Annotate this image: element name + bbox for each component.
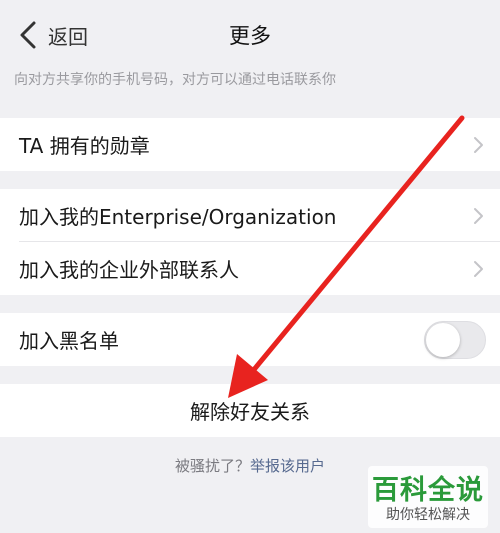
nav-bar: 返回 更多 bbox=[0, 0, 500, 64]
join-enterprise-row[interactable]: 加入我的Enterprise/Organization bbox=[0, 189, 500, 242]
blacklist-toggle[interactable] bbox=[424, 320, 486, 359]
toggle-knob bbox=[426, 322, 460, 357]
join-external-contacts-row[interactable]: 加入我的企业外部联系人 bbox=[0, 242, 500, 295]
chevron-right-icon bbox=[474, 207, 483, 224]
page-title: 更多 bbox=[229, 24, 271, 48]
blacklist-row: 加入黑名单 bbox=[0, 313, 500, 366]
watermark-title: 百科全说 bbox=[372, 475, 484, 506]
phone-share-hint: 向对方共享你的手机号码，对方可以通过电话联系你 bbox=[14, 72, 336, 88]
report-user-label: 举报该用户 bbox=[250, 457, 326, 475]
remove-friend-button[interactable]: 解除好友关系 bbox=[0, 384, 500, 437]
badges-group: TA 拥有的勋章 bbox=[0, 118, 500, 171]
join-external-contacts-label: 加入我的企业外部联系人 bbox=[19, 258, 239, 282]
blacklist-label: 加入黑名单 bbox=[19, 329, 119, 353]
remove-friend-label: 解除好友关系 bbox=[190, 400, 310, 424]
blacklist-group: 加入黑名单 bbox=[0, 313, 500, 366]
remove-friend-group: 解除好友关系 bbox=[0, 384, 500, 437]
join-group: 加入我的Enterprise/Organization 加入我的企业外部联系人 bbox=[0, 189, 500, 295]
watermark-subtitle: 助你轻松解决 bbox=[386, 507, 470, 523]
join-enterprise-label: 加入我的Enterprise/Organization bbox=[19, 205, 337, 229]
chevron-right-icon bbox=[474, 136, 483, 153]
chevron-right-icon bbox=[474, 260, 483, 277]
watermark-logo: 百科全说 助你轻松解决 bbox=[368, 466, 488, 528]
badges-row[interactable]: TA 拥有的勋章 bbox=[0, 118, 500, 171]
harassed-question: 被骚扰了？ bbox=[174, 457, 250, 475]
badges-label: TA 拥有的勋章 bbox=[19, 134, 150, 158]
